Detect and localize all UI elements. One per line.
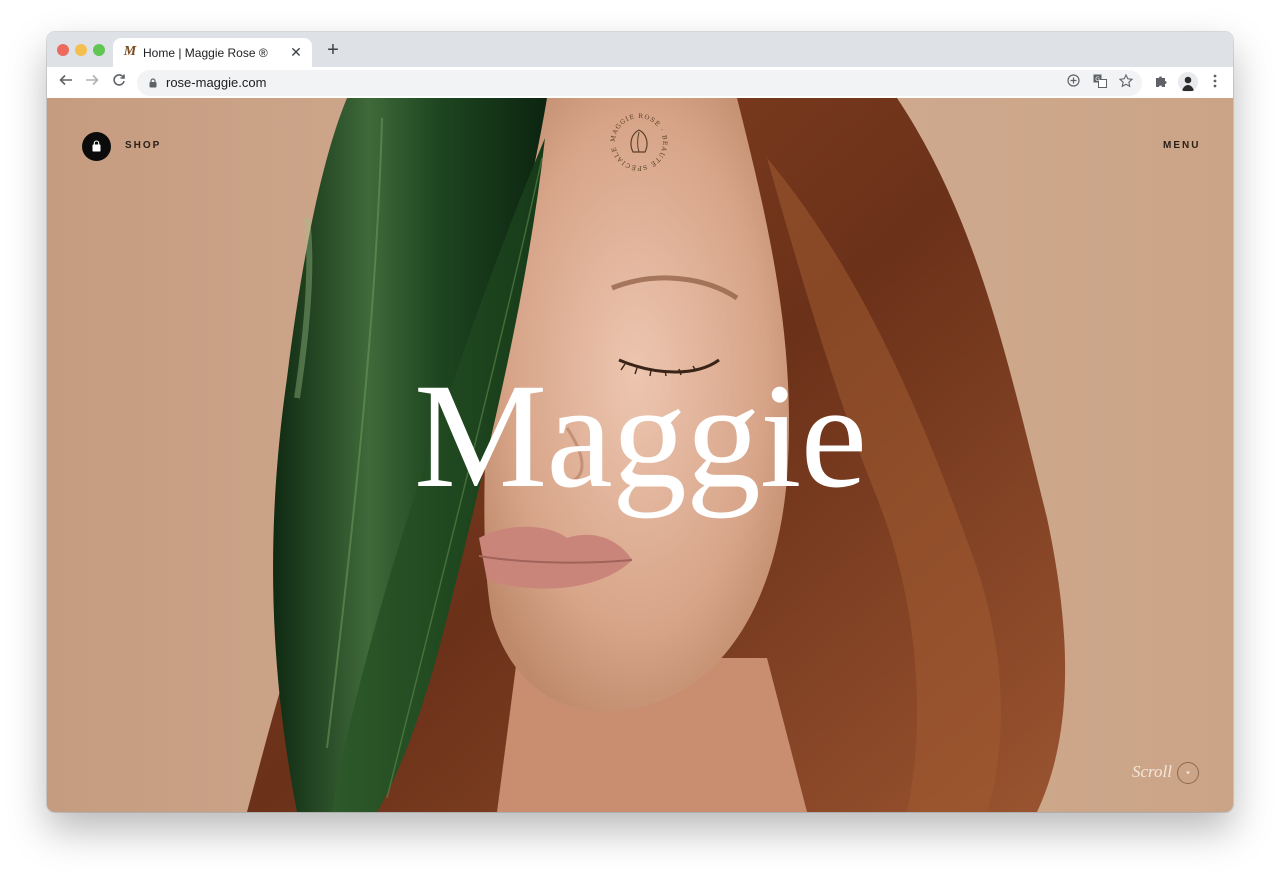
brand-seal-logo: MAGGIE ROSE · BEAUTÉ SPÉCIALE · [607, 110, 667, 172]
tab-home[interactable]: M Home | Maggie Rose ® ✕ [113, 38, 312, 67]
tab-strip: M Home | Maggie Rose ® ✕ + [47, 32, 1233, 67]
browser-toolbar: rose-maggie.com G [47, 67, 1233, 99]
svg-text:G: G [1095, 76, 1100, 83]
shop-link[interactable]: SHOP [125, 140, 161, 151]
extensions-puzzle-icon[interactable] [1150, 72, 1172, 94]
tab-title: Home | Maggie Rose ® [143, 46, 268, 60]
shopping-bag-icon [92, 140, 101, 152]
bookmark-star-icon[interactable] [1117, 73, 1135, 92]
kebab-menu-icon[interactable] [1204, 72, 1226, 94]
url-text: rose-maggie.com [166, 75, 267, 90]
page-viewport: SHOP MENU MAGGIE ROSE · BEAUTÉ SPÉCIALE … [47, 98, 1233, 812]
chevron-down-icon [1186, 771, 1190, 775]
new-tab-button[interactable]: + [323, 40, 343, 60]
site-favicon-icon: M [123, 44, 137, 59]
scroll-down-button[interactable] [1177, 762, 1199, 784]
scroll-label[interactable]: Scroll [1132, 762, 1172, 782]
profile-avatar-icon[interactable] [1178, 72, 1198, 92]
lock-icon [149, 78, 157, 88]
hero-title: Maggie [413, 353, 867, 519]
zoom-window-button[interactable] [93, 44, 105, 56]
close-window-button[interactable] [57, 44, 69, 56]
menu-link[interactable]: MENU [1163, 140, 1200, 151]
reload-icon[interactable] [108, 72, 130, 94]
back-icon[interactable] [55, 72, 77, 94]
add-to-page-icon[interactable] [1064, 74, 1082, 92]
shop-bag-button[interactable] [82, 132, 111, 161]
browser-window: M Home | Maggie Rose ® ✕ + rose-maggie.c… [47, 32, 1233, 812]
address-bar[interactable]: rose-maggie.com G [137, 70, 1142, 96]
minimize-window-button[interactable] [75, 44, 87, 56]
forward-icon[interactable] [81, 72, 103, 94]
tab-close-icon[interactable]: ✕ [288, 44, 304, 60]
translate-icon[interactable]: G [1091, 74, 1109, 92]
